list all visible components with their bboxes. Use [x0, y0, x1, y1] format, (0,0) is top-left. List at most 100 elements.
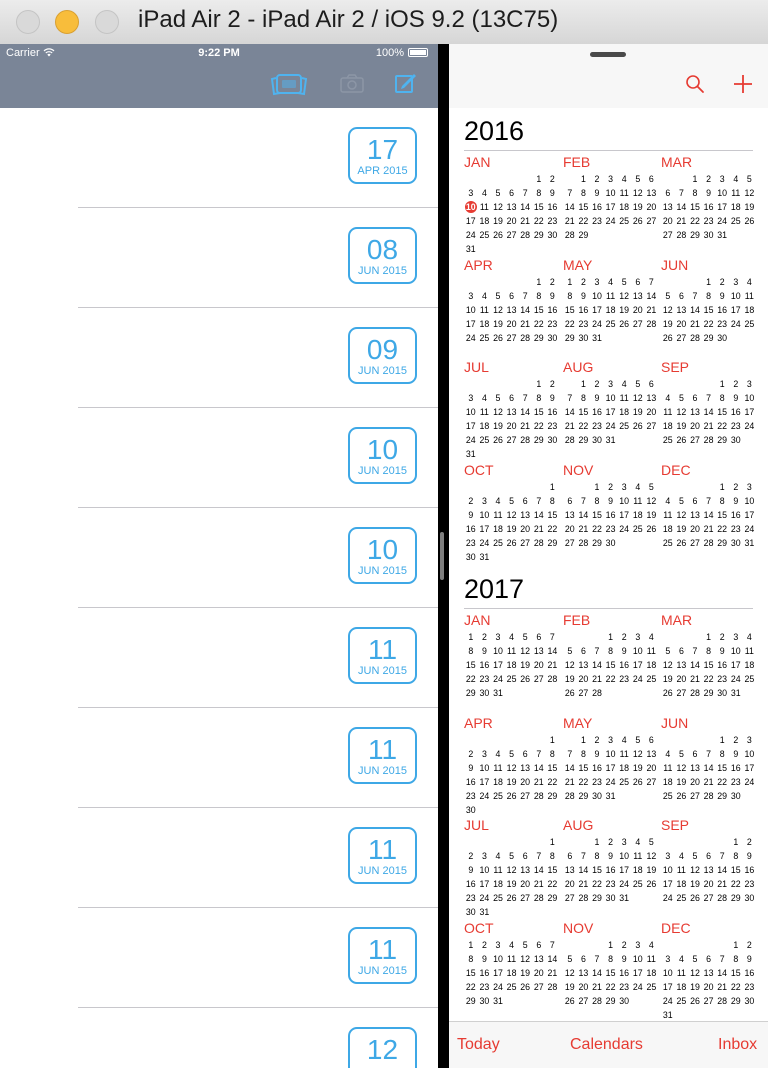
calendar-day[interactable]: 15	[702, 303, 716, 317]
calendar-day[interactable]: 28	[675, 228, 689, 242]
calendar-day[interactable]: 26	[645, 877, 659, 891]
calendar-day[interactable]: 21	[577, 522, 591, 536]
calendar-day[interactable]: 31	[464, 242, 478, 256]
calendar-day[interactable]: 8	[702, 289, 716, 303]
calendar-day[interactable]: 22	[546, 877, 560, 891]
calendar-day[interactable]: 17	[464, 317, 478, 331]
calendar-day[interactable]: 8	[604, 952, 618, 966]
calendar-day[interactable]: 12	[518, 644, 532, 658]
calendar-day[interactable]: 18	[617, 761, 631, 775]
calendar-day[interactable]: 11	[661, 405, 675, 419]
calendar-day[interactable]: 8	[546, 494, 560, 508]
calendar-day[interactable]: 4	[645, 630, 659, 644]
calendar-day[interactable]: 29	[532, 433, 546, 447]
calendar-day[interactable]: 25	[478, 433, 492, 447]
calendar-day[interactable]: 24	[617, 522, 631, 536]
calendar-day[interactable]: 12	[688, 966, 702, 980]
calendar-day[interactable]: 23	[743, 980, 757, 994]
calendar-day[interactable]: 2	[464, 747, 478, 761]
calendar-day[interactable]: 9	[729, 494, 743, 508]
calendar-day[interactable]: 2	[546, 172, 560, 186]
calendar-day[interactable]: 25	[505, 980, 519, 994]
calendar-day[interactable]: 5	[688, 849, 702, 863]
calendar-day[interactable]: 5	[491, 186, 505, 200]
calendar-day[interactable]: 28	[702, 433, 716, 447]
calendar-day[interactable]: 11	[675, 863, 689, 877]
calendar-day[interactable]: 24	[729, 672, 743, 686]
calendar-day[interactable]: 23	[617, 980, 631, 994]
calendar-day[interactable]: 23	[478, 980, 492, 994]
calendar-day[interactable]: 16	[702, 200, 716, 214]
calendar-day[interactable]: 27	[518, 536, 532, 550]
calendar-day[interactable]: 16	[546, 200, 560, 214]
calendar-day[interactable]: 1	[532, 377, 546, 391]
calendar-day[interactable]: 16	[729, 761, 743, 775]
calendar-day[interactable]: 18	[478, 419, 492, 433]
calendar-day[interactable]: 2	[604, 480, 618, 494]
calendar-day[interactable]: 15	[688, 200, 702, 214]
calendar-day[interactable]: 17	[464, 214, 478, 228]
calendar-day[interactable]: 29	[715, 433, 729, 447]
calendar-day[interactable]: 1	[577, 733, 591, 747]
calendar-day[interactable]: 24	[491, 980, 505, 994]
calendar-day[interactable]: 1	[729, 938, 743, 952]
calendar-day[interactable]: 8	[715, 494, 729, 508]
calendar-day[interactable]: 7	[590, 644, 604, 658]
calendar-day[interactable]: 5	[631, 733, 645, 747]
calendar-day[interactable]: 8	[577, 391, 591, 405]
calendar-day[interactable]: 1	[532, 172, 546, 186]
calendar-day[interactable]: 19	[491, 419, 505, 433]
calendar-day[interactable]: 26	[491, 433, 505, 447]
calendar-day[interactable]: 29	[577, 789, 591, 803]
calendar-day[interactable]: 5	[505, 849, 519, 863]
calendar-day[interactable]: 13	[518, 863, 532, 877]
calendar-day[interactable]: 17	[491, 658, 505, 672]
calendar-day[interactable]: 24	[617, 877, 631, 891]
calendar-day[interactable]: 7	[518, 289, 532, 303]
month-block[interactable]: DEC 1 2 3 4 5 6 7 8 9 10 11 12 13 14 15 16 17 18 19 20 21 22 23…	[661, 462, 756, 550]
calendar-day[interactable]: 29	[729, 994, 743, 1008]
calendar-day[interactable]: 13	[702, 863, 716, 877]
calendar-day[interactable]: 9	[729, 391, 743, 405]
calendar-day[interactable]: 12	[491, 200, 505, 214]
calendar-day[interactable]: 31	[661, 1008, 675, 1022]
calendar-day[interactable]: 16	[604, 863, 618, 877]
calendar-day[interactable]: 27	[661, 228, 675, 242]
calendar-day[interactable]: 11	[645, 644, 659, 658]
calendar-day[interactable]: 19	[518, 966, 532, 980]
calendar-day[interactable]: 7	[702, 747, 716, 761]
calendar-day[interactable]: 11	[631, 849, 645, 863]
calendar-day[interactable]: 8	[577, 186, 591, 200]
calendar-day[interactable]: 1	[688, 172, 702, 186]
calendar-day[interactable]: 20	[532, 658, 546, 672]
calendar-day[interactable]: 27	[518, 891, 532, 905]
calendar-day[interactable]: 3	[491, 938, 505, 952]
calendar-day[interactable]: 12	[505, 761, 519, 775]
calendar-day[interactable]: 21	[715, 877, 729, 891]
calendar-day[interactable]: 12	[631, 186, 645, 200]
calendar-day[interactable]: 2	[464, 494, 478, 508]
calendar-day[interactable]: 15	[532, 303, 546, 317]
calendar-day[interactable]: 18	[604, 303, 618, 317]
calendar-day[interactable]: 5	[675, 391, 689, 405]
calendar-day[interactable]: 14	[563, 761, 577, 775]
list-item[interactable]: 11 JUN 2015	[0, 908, 438, 1008]
calendar-day[interactable]: 10	[715, 186, 729, 200]
calendar-day[interactable]: 23	[743, 877, 757, 891]
calendar-day[interactable]: 16	[464, 522, 478, 536]
calendar-day[interactable]: 26	[518, 980, 532, 994]
calendar-day[interactable]: 30	[546, 331, 560, 345]
calendar-day[interactable]: 15	[590, 863, 604, 877]
calendar-day[interactable]: 1	[702, 630, 716, 644]
calendar-day[interactable]: 4	[478, 289, 492, 303]
calendar-day[interactable]: 6	[702, 849, 716, 863]
calendar-day[interactable]: 15	[577, 200, 591, 214]
cards-icon[interactable]	[270, 72, 308, 98]
calendar-day[interactable]: 29	[702, 331, 716, 345]
calendar-day[interactable]: 17	[464, 419, 478, 433]
today-tab[interactable]: Today	[457, 1036, 500, 1054]
calendar-day[interactable]: 16	[729, 508, 743, 522]
calendar-day[interactable]: 13	[518, 761, 532, 775]
calendar-day[interactable]: 27	[688, 433, 702, 447]
calendar-day[interactable]: 30	[464, 803, 478, 817]
